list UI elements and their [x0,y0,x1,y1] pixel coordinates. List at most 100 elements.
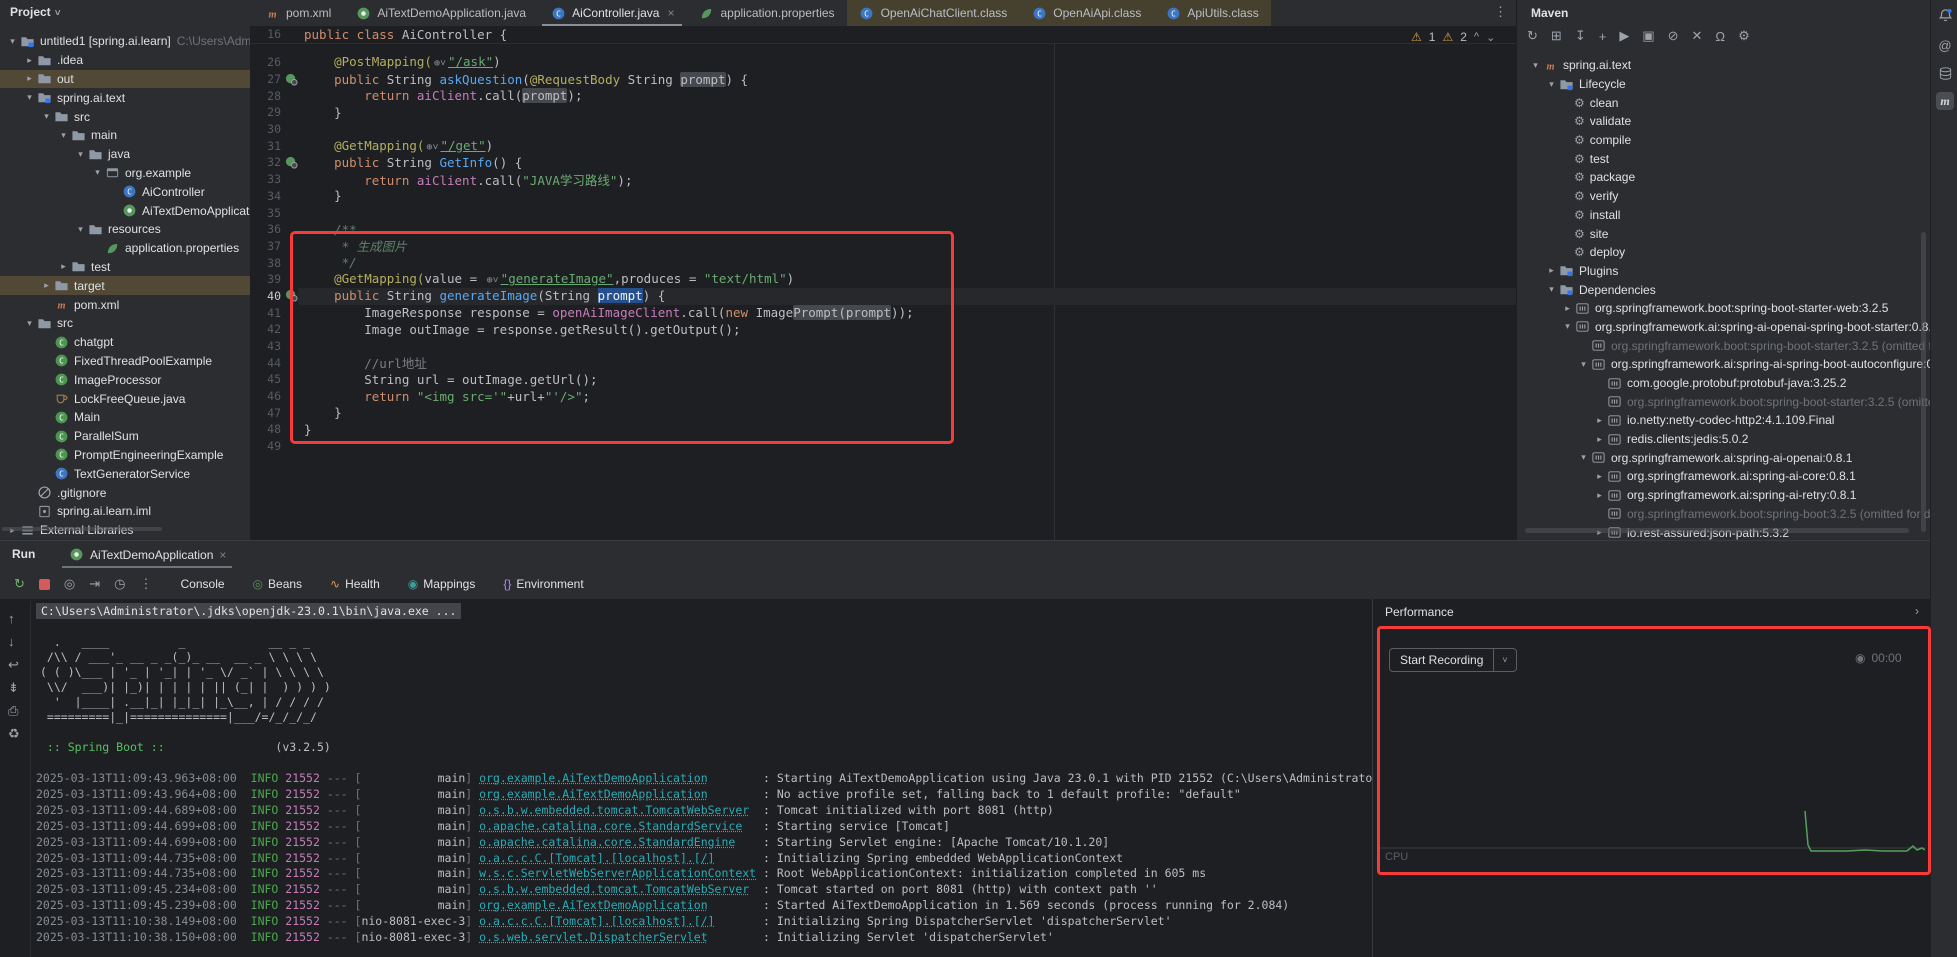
maven-chevron[interactable]: ▾ [1545,79,1558,90]
tree-item-promptengineeringexample[interactable]: C PromptEngineeringExample [0,446,250,465]
maven-hscrollbar[interactable] [1525,528,1909,533]
maven-chevron[interactable]: ▾ [1529,60,1542,71]
clear-all-button[interactable]: ♻ [8,726,20,742]
tree-chevron[interactable]: ▾ [23,318,36,329]
maven-chevron[interactable]: ▸ [1561,303,1574,314]
maven-chevron[interactable]: ▸ [1593,434,1606,445]
download-sources-icon[interactable]: ↧ [1575,28,1586,44]
tree-item-imageprocessor[interactable]: C ImageProcessor [0,370,250,389]
tree-item-spring-ai-text[interactable]: ▾ spring.ai.text [0,88,250,107]
tree-item-out[interactable]: ▸ out [0,69,250,89]
maven-chevron[interactable]: ▾ [1545,284,1558,295]
maven-profiles-icon[interactable]: Ω [1715,29,1725,44]
tree-item-java[interactable]: ▾ java [0,145,250,164]
chevron-right-icon[interactable]: › [1915,604,1919,618]
tree-chevron[interactable]: ▸ [57,261,70,272]
tree-item-application-properties[interactable]: application.properties [0,239,250,258]
tree-item-org-example[interactable]: ▾ org.example [0,164,250,183]
console-command-line[interactable]: C:\Users\Administrator\.jdks\openjdk-23.… [36,603,462,619]
code-line-27[interactable]: 27 public String askQuestion(@RequestBod… [251,71,1516,88]
maven-item-org-springframework-ai-spring-ai-openai-spring-boo[interactable]: ▾ org.springframework.ai:spring-ai-openai… [1517,318,1931,337]
tree-item-lockfreequeue-java[interactable]: LockFreeQueue.java [0,389,250,408]
tree-item-chatgpt[interactable]: Cchatgpt [0,333,250,352]
maven-item-plugins[interactable]: ▸ Plugins [1517,262,1931,281]
tab-apiutils-class[interactable]: C ApiUtils.class [1153,0,1271,26]
maven-item-org-springframework-ai-spring-ai-retry-0-8-1[interactable]: ▸ org.springframework.ai:spring-ai-retry:… [1517,486,1931,505]
console-output[interactable]: C:\Users\Administrator\.jdks\openjdk-23.… [36,541,1372,957]
code-line-30[interactable]: 30 [251,121,1516,138]
maven-tool-button[interactable]: m [1936,92,1954,110]
maven-item-spring-ai-text[interactable]: ▾ m spring.ai.text [1517,56,1931,75]
scroll-down-button[interactable]: ↓ [8,634,15,649]
tree-item-src[interactable]: ▾ src [0,314,250,333]
maven-settings-icon[interactable]: ⚙ [1738,28,1750,44]
maven-vscrollbar[interactable] [1921,232,1926,532]
maven-item-com-google-protobuf-protobuf-java-3-25-2[interactable]: com.google.protobuf:protobuf-java:3.25.2 [1517,374,1931,393]
maven-item-site[interactable]: ⚙ site [1517,224,1931,243]
maven-chevron[interactable]: ▾ [1561,321,1574,332]
log-logger[interactable]: o.s.web.servlet.DispatcherServlet [479,930,756,946]
spring-bean-icon[interactable] [285,71,302,87]
tree-chevron[interactable]: ▾ [6,36,19,47]
scroll-up-button[interactable]: ↑ [8,611,15,626]
log-logger[interactable]: w.s.c.ServletWebServerApplicationContext [479,866,756,882]
log-logger[interactable]: o.apache.catalina.core.StandardService [479,819,756,835]
tree-item-src[interactable]: ▾ src [0,107,250,126]
tree-item-pom-xml[interactable]: m pom.xml [0,295,250,314]
code-line-16[interactable]: 16 public class AiController { [251,26,1516,43]
maven-item-org-springframework-boot-spring-boot-starter-3-2-5[interactable]: org.springframework.boot:spring-boot-sta… [1517,336,1931,355]
log-logger[interactable]: org.example.AiTextDemoApplication [479,787,756,803]
maven-chevron[interactable]: ▸ [1593,471,1606,482]
tree-chevron[interactable]: ▸ [23,55,36,66]
tree-item-target[interactable]: ▸ target [0,276,250,296]
next-problem-button[interactable]: ⌄ [1486,31,1495,44]
maven-item-clean[interactable]: ⚙ clean [1517,93,1931,112]
tab-overflow-menu[interactable]: ⋮ [1494,4,1507,20]
maven-item-org-springframework-ai-spring-ai-openai-0-8-1[interactable]: ▾ org.springframework.ai:spring-ai-openai… [1517,448,1931,467]
inspections-widget[interactable]: ⚠ 1 ⚠ 2 ^ ⌄ [1411,30,1495,44]
maven-item-install[interactable]: ⚙ install [1517,206,1931,225]
maven-item-package[interactable]: ⚙ package [1517,168,1931,187]
reimport-icon[interactable]: ↻ [1527,28,1538,44]
code-line-26[interactable]: 26 @PostMapping(⊕˅ "/ask") [251,54,1516,71]
tree-chevron[interactable]: ▸ [23,73,36,84]
tree-item-fixedthreadpoolexample[interactable]: C FixedThreadPoolExample [0,352,250,371]
ai-assistant-button[interactable]: @ [1936,36,1954,54]
close-icon[interactable]: × [667,6,674,20]
tree-item-spring-ai-learn-iml[interactable]: spring.ai.learn.iml [0,502,250,521]
maven-chevron[interactable]: ▾ [1577,452,1590,463]
tree-item-textgeneratorservice[interactable]: C TextGeneratorService [0,464,250,483]
tab-pom-xml[interactable]: m pom.xml [252,0,343,26]
maven-item-io-netty-netty-codec-http2-4-1-109-final[interactable]: ▸ io.netty:netty-codec-http2:4.1.109.Fina… [1517,411,1931,430]
generate-sources-icon[interactable]: ⊞ [1551,28,1562,44]
project-tree-hscrollbar[interactable] [2,527,162,531]
toggle-offline-icon[interactable]: ⊘ [1668,28,1679,44]
skip-tests-icon[interactable]: ✕ [1692,28,1703,44]
tree-chevron[interactable]: ▾ [74,149,87,160]
maven-item-deploy[interactable]: ⚙ deploy [1517,243,1931,262]
maven-item-dependencies[interactable]: ▾ Dependencies [1517,280,1931,299]
maven-chevron[interactable]: ▸ [1593,415,1606,426]
maven-item-compile[interactable]: ⚙ compile [1517,131,1931,150]
log-logger[interactable]: o.s.b.w.embedded.tomcat.TomcatWebServer [479,882,756,898]
maven-item-redis-clients-jedis-5-0-2[interactable]: ▸ redis.clients:jedis:5.0.2 [1517,430,1931,449]
log-logger[interactable]: o.s.b.w.embedded.tomcat.TomcatWebServer [479,803,756,819]
maven-item-org-springframework-boot-spring-boot-starter-3-2-5[interactable]: org.springframework.boot:spring-boot-sta… [1517,392,1931,411]
tab-openaichatclient-class[interactable]: C OpenAiChatClient.class [846,0,1020,26]
soft-wrap-button[interactable]: ↩ [8,657,19,673]
tree-item-test[interactable]: ▸ test [0,258,250,277]
log-logger[interactable]: o.a.c.c.C.[Tomcat].[localhost].[/] [479,851,756,867]
project-panel-header[interactable]: Project ˅ [10,5,61,19]
tab-aicontroller-java[interactable]: C AiController.java × [538,0,686,26]
log-logger[interactable]: org.example.AiTextDemoApplication [479,771,756,787]
log-logger[interactable]: org.example.AiTextDemoApplication [479,898,756,914]
database-button[interactable] [1936,64,1954,82]
run-maven-goal-icon[interactable]: ▶ [1619,28,1629,44]
notifications-button[interactable] [1936,6,1954,24]
tree-item-parallelsum[interactable]: C ParallelSum [0,427,250,446]
tree-chevron[interactable]: ▾ [57,130,70,141]
tree-item-aicontroller[interactable]: C AiController [0,182,250,201]
maven-item-test[interactable]: ⚙ test [1517,149,1931,168]
maven-chevron[interactable]: ▸ [1545,265,1558,276]
maven-chevron[interactable]: ▸ [1593,490,1606,501]
